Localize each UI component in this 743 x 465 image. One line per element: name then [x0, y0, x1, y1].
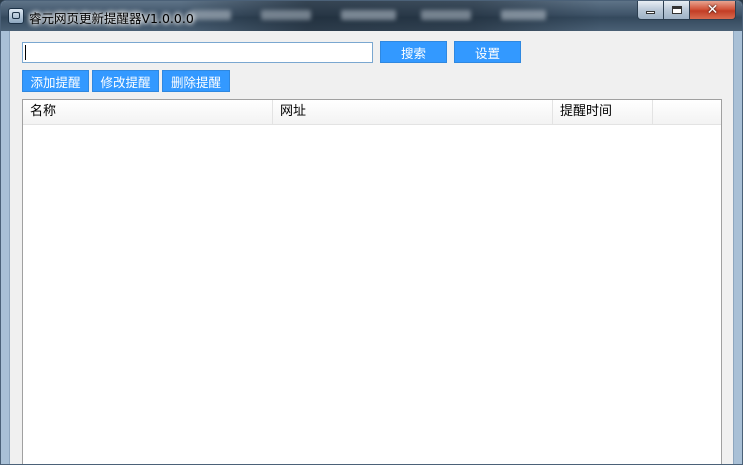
app-icon[interactable]: [8, 8, 24, 24]
search-button[interactable]: 搜索: [380, 41, 447, 63]
window-controls: ✕: [637, 1, 736, 20]
background-blur: [181, 1, 601, 31]
close-icon: ✕: [706, 2, 719, 18]
window-title: 睿元网页更新提醒器V1.0.0.0: [29, 11, 194, 26]
main-panel: 搜索 设置 添加提醒 修改提醒 删除提醒 名称 网址 提醒时间: [9, 31, 734, 464]
search-input[interactable]: [22, 42, 373, 63]
minimize-icon: [646, 11, 655, 14]
column-header-reminder-time[interactable]: 提醒时间: [553, 100, 653, 124]
reminder-list[interactable]: 名称 网址 提醒时间: [22, 99, 722, 464]
minimize-button[interactable]: [637, 1, 664, 20]
column-header-url[interactable]: 网址: [273, 100, 553, 124]
title-bar[interactable]: 睿元网页更新提醒器V1.0.0.0 ✕: [1, 1, 742, 31]
text-caret: [25, 45, 26, 60]
settings-button[interactable]: 设置: [454, 41, 521, 63]
add-reminder-button[interactable]: 添加提醒: [22, 70, 89, 92]
maximize-button[interactable]: [664, 1, 690, 20]
column-header-name[interactable]: 名称: [23, 100, 273, 124]
app-window: 睿元网页更新提醒器V1.0.0.0 ✕ 搜索 设置 添加提醒 修改提醒 删除提醒…: [0, 0, 743, 465]
edit-reminder-button[interactable]: 修改提醒: [92, 70, 159, 92]
close-button[interactable]: ✕: [690, 1, 736, 20]
column-header-filler: [653, 100, 721, 124]
maximize-icon: [671, 6, 682, 14]
delete-reminder-button[interactable]: 删除提醒: [162, 70, 230, 92]
list-header: 名称 网址 提醒时间: [23, 100, 721, 125]
